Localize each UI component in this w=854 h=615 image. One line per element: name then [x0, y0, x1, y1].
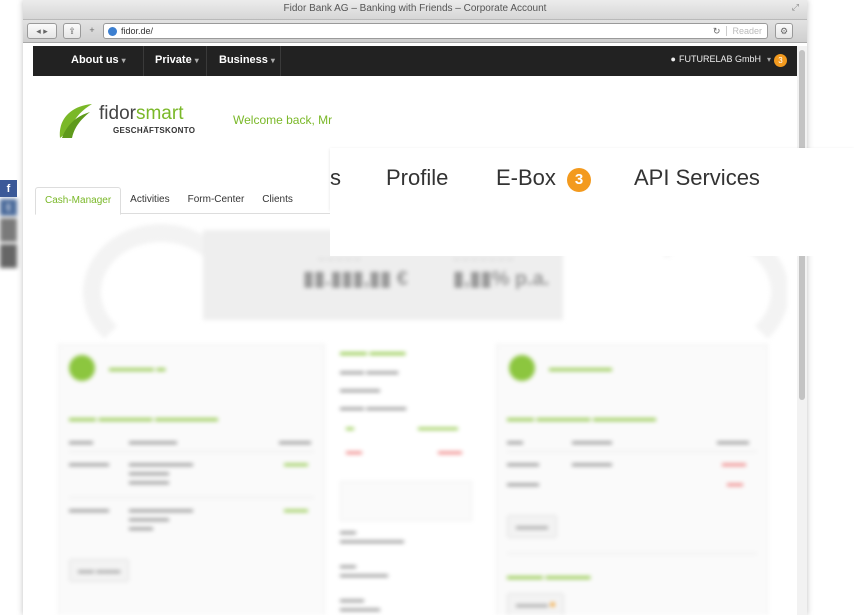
nav-business[interactable]: Business ▾ — [219, 54, 275, 66]
share-icon[interactable] — [0, 218, 17, 242]
share-icon[interactable] — [0, 244, 17, 268]
window-title: Fidor Bank AG – Banking with Friends – C… — [283, 3, 547, 14]
account-menu-overlay: s Profile E-Box 3 API Services — [330, 148, 854, 256]
nav-about-us[interactable]: About us ▾ — [71, 54, 126, 66]
fullscreen-icon[interactable]: ⤢ — [792, 2, 799, 13]
main-navbar: About us ▾ Private ▾ Business ▾ ● FUTURELAB… — [33, 46, 797, 76]
user-icon: ● — [670, 54, 676, 64]
url-text: fidor.de/ — [121, 26, 154, 36]
add-tab-icon[interactable]: + — [85, 23, 99, 37]
title-bar: Fidor Bank AG – Banking with Friends – C… — [23, 0, 807, 20]
twitter-icon[interactable]: t — [0, 199, 17, 216]
ebox-badge: 3 — [567, 168, 591, 192]
globe-icon — [108, 26, 117, 36]
social-share-bar: f t — [0, 180, 17, 270]
browser-toolbar: ◂ ▸ ⇪ + fidor.de/ ↻ Reader ⚙ — [23, 20, 807, 43]
menu-item-api-services[interactable]: API Services — [634, 165, 760, 191]
address-bar[interactable]: fidor.de/ ↻ Reader — [103, 23, 768, 39]
user-menu[interactable]: ● FUTURELAB GmbH ▾ — [671, 54, 771, 64]
browser-window: Fidor Bank AG – Banking with Friends – C… — [23, 0, 807, 615]
reload-icon[interactable]: ↻ — [713, 26, 721, 37]
nav-private[interactable]: Private ▾ — [155, 54, 199, 66]
notification-badge[interactable]: 3 — [774, 54, 787, 67]
reader-button[interactable]: Reader — [726, 26, 762, 36]
settings-icon[interactable]: ⚙ — [775, 23, 793, 39]
menu-item-ebox[interactable]: E-Box — [496, 165, 556, 191]
user-name: FUTURELAB GmbH — [678, 54, 761, 64]
facebook-icon[interactable]: f — [0, 180, 17, 197]
share-icon[interactable]: ⇪ — [63, 23, 81, 39]
menu-item-profile[interactable]: Profile — [386, 165, 448, 191]
menu-item-partial[interactable]: s — [330, 165, 341, 191]
back-forward-buttons[interactable]: ◂ ▸ — [27, 23, 57, 39]
